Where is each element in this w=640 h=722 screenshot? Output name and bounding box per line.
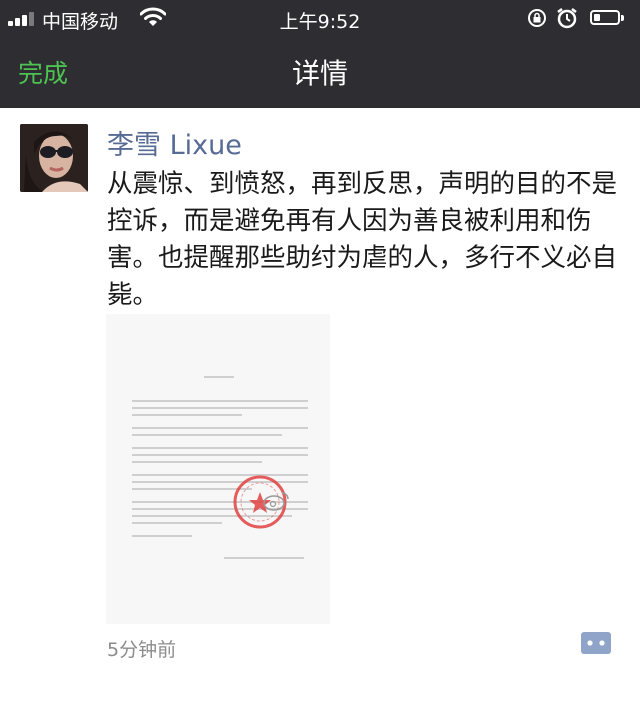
post-image[interactable] [106, 314, 330, 624]
post-text: 从震惊、到愤怒，再到反思，声明的目的不是控诉，而是避免再有人因为善良被利用和伤害… [107, 169, 618, 310]
comment-icon[interactable] [580, 631, 612, 655]
status-bar: 中国移动 上午9:52 [0, 0, 640, 36]
rotation-lock-icon [528, 9, 546, 27]
avatar-image [20, 124, 88, 192]
nav-bar: 完成 详情 [0, 36, 640, 108]
weibo-watermark-icon [263, 492, 289, 511]
battery-icon [590, 10, 620, 25]
page-title: 详情 [291, 57, 348, 90]
alarm-icon [557, 8, 577, 29]
post-timestamp: 5分钟前 [107, 639, 177, 661]
author-name[interactable]: 李雪 Lixue [107, 123, 242, 162]
avatar[interactable] [20, 124, 88, 192]
